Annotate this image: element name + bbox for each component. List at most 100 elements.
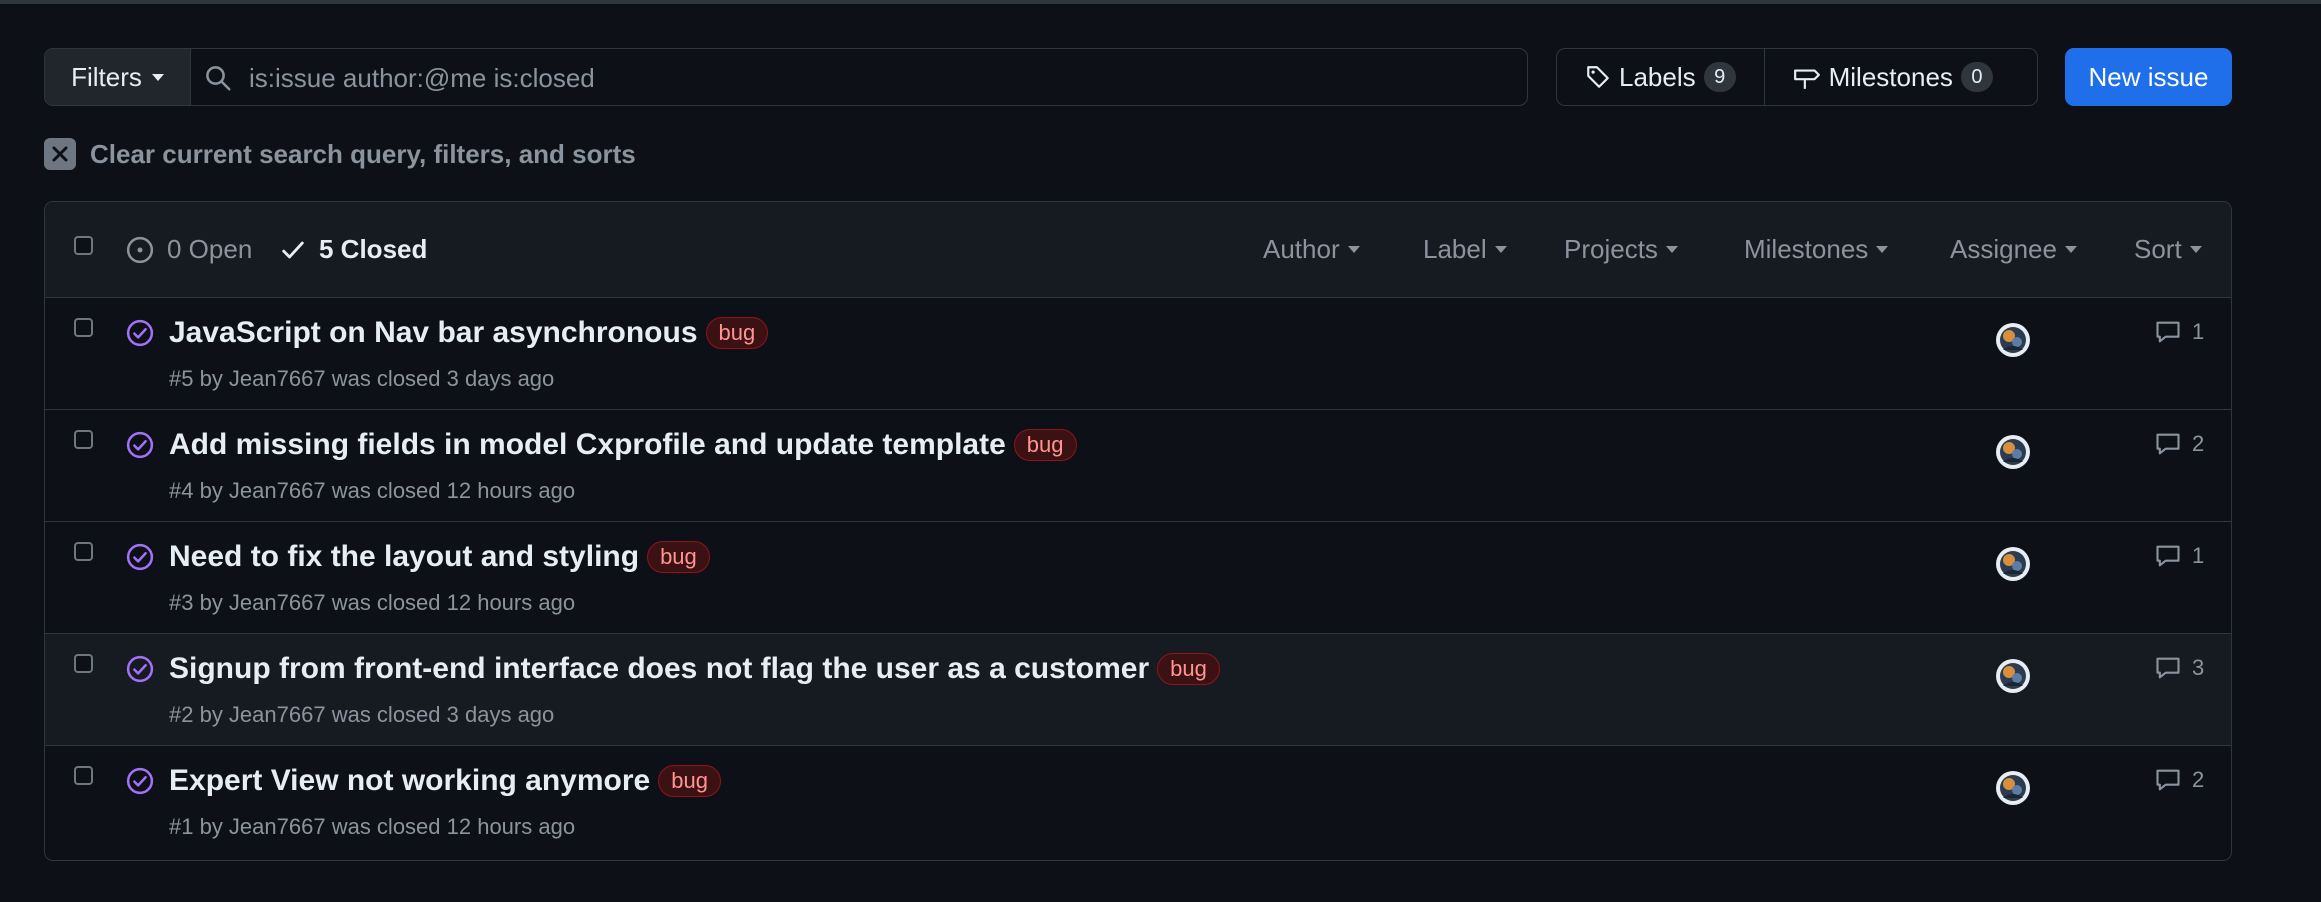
search-input[interactable] bbox=[247, 49, 1521, 105]
issues-list: 0 Open 5 Closed Author Label Projects Mi… bbox=[44, 201, 2232, 861]
issue-meta: #5 by Jean7667 was closed 3 days ago bbox=[169, 366, 555, 391]
milestone-icon bbox=[1793, 69, 1820, 89]
issue-title-link[interactable]: Expert View not working anymore bbox=[169, 764, 650, 798]
comments-count: 2 bbox=[2192, 431, 2205, 456]
issue-meta: #4 by Jean7667 was closed 12 hours ago bbox=[169, 478, 576, 503]
issue-title-wrap: Signup from front-end interface does not… bbox=[169, 652, 1220, 686]
assignee-avatar[interactable] bbox=[1995, 658, 2031, 694]
comments-link[interactable]: 3 bbox=[2154, 654, 2204, 682]
milestones-button[interactable]: Milestones 0 bbox=[1763, 49, 2021, 105]
labels-count: 9 bbox=[1703, 62, 1736, 92]
issue-row[interactable]: Expert View not working anymore bug #1 b… bbox=[45, 746, 2231, 858]
chevron-down-icon bbox=[1665, 246, 1678, 253]
assignee-avatar[interactable] bbox=[1995, 770, 2031, 806]
issue-checkbox[interactable] bbox=[74, 766, 93, 785]
milestones-filter-label: Milestones bbox=[1744, 234, 1869, 264]
issue-checkbox[interactable] bbox=[74, 542, 93, 561]
issue-closed-icon bbox=[126, 319, 154, 347]
bug-label[interactable]: bug bbox=[658, 765, 721, 797]
bug-label[interactable]: bug bbox=[1157, 653, 1220, 685]
bug-label[interactable]: bug bbox=[705, 317, 769, 349]
comments-link[interactable]: 2 bbox=[2154, 766, 2204, 794]
comment-icon bbox=[2156, 657, 2180, 679]
assignee-avatar[interactable] bbox=[1995, 546, 2031, 582]
author-filter-label: Author bbox=[1263, 234, 1340, 264]
milestones-filter[interactable]: Milestones bbox=[1744, 234, 1889, 265]
issue-meta: #1 by Jean7667 was closed 12 hours ago bbox=[169, 814, 576, 839]
chevron-down-icon bbox=[1876, 246, 1889, 253]
chevron-down-icon bbox=[1494, 246, 1507, 253]
assignee-filter-label: Assignee bbox=[1950, 234, 2057, 264]
filters-button-label: Filters bbox=[71, 61, 142, 92]
comments-count: 2 bbox=[2192, 767, 2205, 792]
top-border bbox=[0, 0, 2321, 4]
comment-icon bbox=[2156, 769, 2180, 791]
assignee-avatar[interactable] bbox=[1995, 322, 2031, 358]
tag-icon bbox=[1587, 66, 1609, 88]
x-icon bbox=[44, 138, 76, 170]
filters-search-group: Filters bbox=[44, 48, 1528, 106]
label-filter[interactable]: Label bbox=[1423, 234, 1507, 265]
issue-title-wrap: Expert View not working anymore bug bbox=[169, 764, 721, 798]
comments-link[interactable]: 1 bbox=[2154, 542, 2204, 570]
filters-button[interactable]: Filters bbox=[45, 49, 191, 105]
open-issues-tab[interactable]: 0 Open bbox=[125, 234, 252, 265]
chevron-down-icon bbox=[151, 73, 164, 81]
issue-row[interactable]: Add missing fields in model Cxprofile an… bbox=[45, 410, 2231, 522]
issue-title-wrap: JavaScript on Nav bar asynchronous bug bbox=[169, 316, 769, 350]
sort-filter[interactable]: Sort bbox=[2134, 234, 2202, 265]
closed-issues-tab[interactable]: 5 Closed bbox=[279, 234, 427, 265]
bug-label[interactable]: bug bbox=[647, 541, 710, 573]
new-issue-button[interactable]: New issue bbox=[2065, 48, 2232, 106]
chevron-down-icon bbox=[1347, 246, 1360, 253]
issue-closed-icon bbox=[126, 767, 154, 795]
search-icon bbox=[206, 66, 231, 91]
milestones-count: 0 bbox=[1960, 62, 1993, 92]
issue-row[interactable]: JavaScript on Nav bar asynchronous bug #… bbox=[45, 298, 2231, 410]
labels-button-label: Labels bbox=[1619, 61, 1696, 92]
projects-filter[interactable]: Projects bbox=[1564, 234, 1678, 265]
assignee-filter[interactable]: Assignee bbox=[1950, 234, 2077, 265]
issue-title-wrap: Add missing fields in model Cxprofile an… bbox=[169, 428, 1077, 462]
issue-closed-icon bbox=[126, 655, 154, 683]
issue-title-wrap: Need to fix the layout and styling bug bbox=[169, 540, 710, 574]
issue-checkbox[interactable] bbox=[74, 430, 93, 449]
comments-count: 1 bbox=[2192, 543, 2205, 568]
issue-title-link[interactable]: Add missing fields in model Cxprofile an… bbox=[169, 428, 1006, 462]
milestones-button-label: Milestones bbox=[1828, 61, 1953, 92]
bug-label[interactable]: bug bbox=[1013, 429, 1077, 461]
label-filter-label: Label bbox=[1423, 234, 1487, 264]
comments-count: 1 bbox=[2192, 319, 2205, 344]
chevron-down-icon bbox=[2064, 246, 2077, 253]
issue-title-link[interactable]: Need to fix the layout and styling bbox=[169, 540, 639, 574]
select-all-checkbox[interactable] bbox=[74, 236, 93, 255]
issue-row[interactable]: Signup from front-end interface does not… bbox=[45, 634, 2231, 746]
open-issues-label: 0 Open bbox=[167, 234, 253, 264]
comment-icon bbox=[2156, 545, 2180, 567]
closed-issues-label: 5 Closed bbox=[319, 234, 428, 264]
issue-title-link[interactable]: JavaScript on Nav bar asynchronous bbox=[169, 316, 698, 350]
comments-link[interactable]: 1 bbox=[2154, 318, 2204, 346]
labels-button[interactable]: Labels 9 bbox=[1557, 49, 1764, 105]
issue-opened-icon bbox=[126, 236, 154, 263]
issues-list-header: 0 Open 5 Closed Author Label Projects Mi… bbox=[45, 202, 2231, 298]
issues-toolbar: Filters Labels 9 Milestones 0 New issu bbox=[44, 48, 2232, 106]
issue-meta: #2 by Jean7667 was closed 3 days ago bbox=[169, 702, 555, 727]
issue-title-link[interactable]: Signup from front-end interface does not… bbox=[169, 652, 1149, 686]
comments-link[interactable]: 2 bbox=[2154, 430, 2204, 458]
issue-row[interactable]: Need to fix the layout and styling bug #… bbox=[45, 522, 2231, 634]
check-icon bbox=[282, 241, 304, 258]
comment-icon bbox=[2156, 433, 2180, 455]
clear-filters-link[interactable]: Clear current search query, filters, and… bbox=[44, 138, 636, 170]
issue-meta: #3 by Jean7667 was closed 12 hours ago bbox=[169, 590, 576, 615]
sort-filter-label: Sort bbox=[2134, 234, 2182, 264]
projects-filter-label: Projects bbox=[1564, 234, 1658, 264]
issue-checkbox[interactable] bbox=[74, 654, 93, 673]
issue-closed-icon bbox=[126, 543, 154, 571]
issue-closed-icon bbox=[126, 431, 154, 459]
author-filter[interactable]: Author bbox=[1263, 234, 1360, 265]
issue-checkbox[interactable] bbox=[74, 318, 93, 337]
clear-filters-label: Clear current search query, filters, and… bbox=[90, 138, 636, 169]
labels-milestones-group: Labels 9 Milestones 0 bbox=[1556, 48, 2038, 106]
assignee-avatar[interactable] bbox=[1995, 434, 2031, 470]
